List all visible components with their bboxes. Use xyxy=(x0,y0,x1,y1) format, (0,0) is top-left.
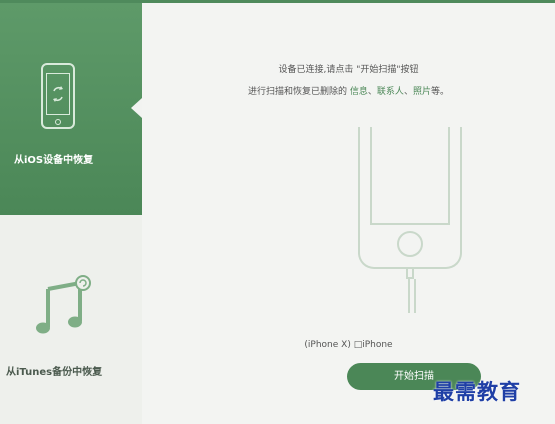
phone-home-button xyxy=(397,231,423,257)
watermark-text: 最需教育 xyxy=(433,379,521,404)
connected-phone-illustration xyxy=(358,127,462,269)
music-note-icon xyxy=(36,275,91,334)
link-contacts[interactable]: 联系人 xyxy=(377,87,404,97)
separator: 、 xyxy=(403,87,413,97)
link-photos[interactable]: 照片 xyxy=(413,87,431,97)
sidebar-item-ios-recovery[interactable]: 从iOS设备中恢复 xyxy=(0,3,142,215)
cable-plug xyxy=(406,267,414,279)
phone-screen xyxy=(370,127,450,225)
iphone-refresh-icon xyxy=(41,63,75,129)
instruction-prefix: 进行扫描和恢复已删除的 xyxy=(248,87,348,97)
instruction-suffix: 等。 xyxy=(430,87,449,97)
sidebar: 从iOS设备中恢复 从iTunes备份中恢复 xyxy=(0,3,142,424)
main-panel: 设备已连接,请点击 "开始扫描"按钮 进行扫描和恢复已删除的 信息、联系人、照片… xyxy=(142,3,555,424)
sidebar-item-label: 从iOS设备中恢复 xyxy=(14,155,94,166)
instruction-line-1: 设备已连接,请点击 "开始扫描"按钮 xyxy=(278,65,419,75)
separator: 、 xyxy=(367,87,377,97)
link-info[interactable]: 信息 xyxy=(350,87,368,97)
usb-cable xyxy=(408,279,416,313)
instruction-line-2: 进行扫描和恢复已删除的 信息、联系人、照片等。 xyxy=(142,84,555,97)
device-name: (iPhone X) □iPhone xyxy=(304,340,393,350)
sidebar-item-label: 从iTunes备份中恢复 xyxy=(6,367,103,378)
active-pointer xyxy=(131,98,142,118)
